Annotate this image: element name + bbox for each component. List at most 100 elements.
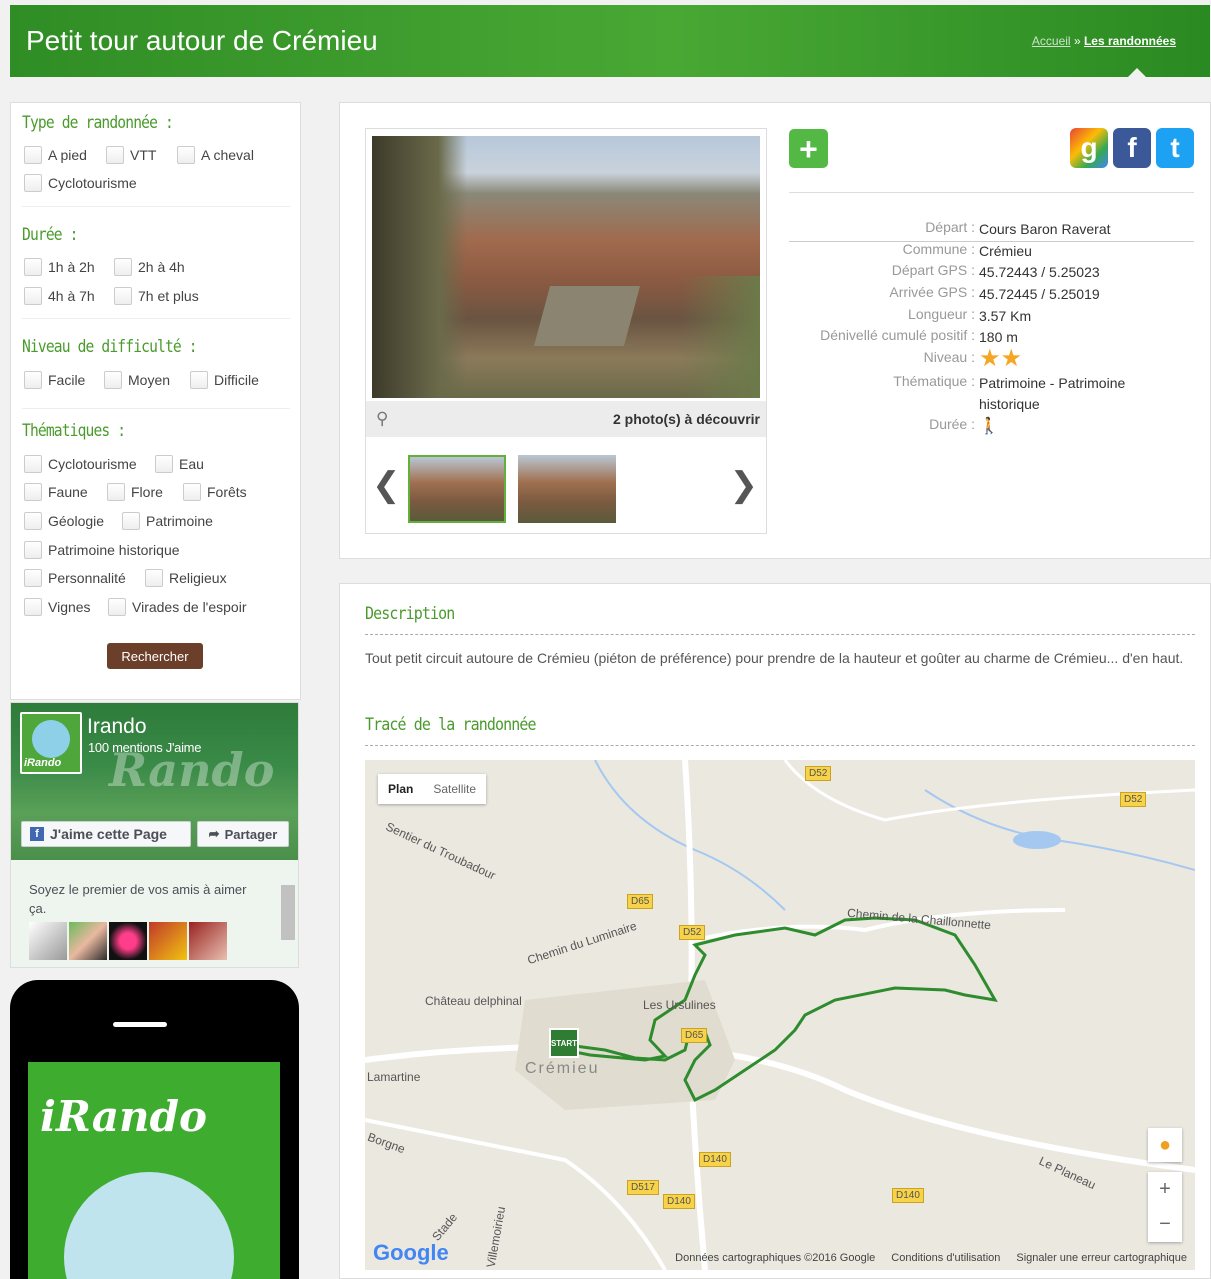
avatar[interactable] bbox=[189, 922, 227, 960]
avatar[interactable] bbox=[149, 922, 187, 960]
checkbox-theme-patrimoine[interactable]: Patrimoine bbox=[122, 511, 213, 531]
checkbox-duree-4[interactable]: 7h et plus bbox=[114, 286, 199, 306]
thumbnail[interactable] bbox=[408, 455, 506, 523]
checkbox-theme-flore[interactable]: Flore bbox=[107, 482, 163, 502]
app-promo-phone[interactable]: iRando bbox=[10, 980, 299, 1279]
checkbox-box[interactable] bbox=[190, 371, 208, 389]
checkbox-box[interactable] bbox=[104, 371, 122, 389]
map-label: Château delphinal bbox=[425, 994, 522, 1008]
google-logo[interactable]: Google bbox=[373, 1240, 449, 1266]
breadcrumb-current-link[interactable]: Les randonnées bbox=[1084, 34, 1176, 48]
facebook-like-button[interactable]: f J'aime cette Page bbox=[21, 821, 191, 847]
checkbox-box[interactable] bbox=[114, 258, 132, 276]
checkbox-theme-cyclo[interactable]: Cyclotourisme bbox=[24, 454, 137, 474]
checkbox-duree-2[interactable]: 2h à 4h bbox=[114, 257, 185, 277]
add-favorite-button[interactable]: + bbox=[789, 129, 828, 168]
checkbox-niveau-facile[interactable]: Facile bbox=[24, 370, 85, 390]
checkbox-theme-geologie[interactable]: Géologie bbox=[24, 511, 104, 531]
checkbox-label: Religieux bbox=[169, 570, 227, 586]
checkbox-box[interactable] bbox=[106, 146, 124, 164]
checkbox-box[interactable] bbox=[177, 146, 195, 164]
checkbox-theme-virades[interactable]: Virades de l'espoir bbox=[108, 597, 246, 617]
map-report-link[interactable]: Signaler une erreur cartographique bbox=[1016, 1252, 1187, 1264]
main-photo[interactable] bbox=[372, 136, 760, 398]
checkbox-box[interactable] bbox=[155, 455, 173, 473]
checkbox-box[interactable] bbox=[24, 512, 42, 530]
avatar[interactable] bbox=[69, 922, 107, 960]
breadcrumb: Accueil » Les randonnées bbox=[1032, 34, 1176, 48]
facebook-share-button[interactable]: ➦ Partager bbox=[197, 821, 289, 847]
checkbox-duree-1[interactable]: 1h à 2h bbox=[24, 257, 95, 277]
checkbox-duree-3[interactable]: 4h à 7h bbox=[24, 286, 95, 306]
checkbox-box[interactable] bbox=[24, 146, 42, 164]
checkbox-theme-forets[interactable]: Forêts bbox=[183, 482, 247, 502]
breadcrumb-home-link[interactable]: Accueil bbox=[1032, 34, 1071, 48]
zoom-out-button[interactable]: − bbox=[1148, 1207, 1182, 1242]
checkbox-label: Difficile bbox=[214, 372, 259, 388]
checkbox-box[interactable] bbox=[24, 569, 42, 587]
hike-summary-card: ⚲ 2 photo(s) à découvrir ❮ ❯ + g f t Dép… bbox=[339, 102, 1211, 559]
checkbox-theme-faune[interactable]: Faune bbox=[24, 482, 88, 502]
checkbox-type-vtt[interactable]: VTT bbox=[106, 145, 156, 165]
google-maps-icon[interactable]: g bbox=[1070, 128, 1108, 168]
chevron-right-icon[interactable]: ❯ bbox=[730, 465, 759, 505]
checkbox-theme-personnalite[interactable]: Personnalité bbox=[24, 568, 126, 588]
checkbox-box[interactable] bbox=[145, 569, 163, 587]
scrollbar-thumb[interactable] bbox=[281, 885, 295, 940]
checkbox-label: 1h à 2h bbox=[48, 259, 95, 275]
facebook-page-name[interactable]: Irando bbox=[87, 715, 147, 739]
map-terms-link[interactable]: Conditions d'utilisation bbox=[891, 1252, 1000, 1264]
like-label: J'aime cette Page bbox=[50, 826, 167, 842]
thumbnail[interactable] bbox=[518, 455, 616, 523]
checkbox-box[interactable] bbox=[24, 258, 42, 276]
checkbox-label: Facile bbox=[48, 372, 86, 388]
checkbox-theme-eau[interactable]: Eau bbox=[155, 454, 204, 474]
detail-label: Départ GPS : bbox=[891, 262, 975, 278]
filter-group-thematiques: Thématiques : bbox=[22, 421, 292, 441]
route-map[interactable]: Plan Satellite Sentier du Troubadour Che… bbox=[365, 760, 1195, 1270]
map-tab-satellite[interactable]: Satellite bbox=[423, 774, 486, 804]
checkbox-box[interactable] bbox=[24, 287, 42, 305]
detail-label: Départ : bbox=[925, 219, 975, 235]
avatar[interactable] bbox=[29, 922, 67, 960]
checkbox-theme-religieux[interactable]: Religieux bbox=[145, 568, 227, 588]
checkbox-box[interactable] bbox=[24, 598, 42, 616]
avatar[interactable] bbox=[109, 922, 147, 960]
checkbox-box[interactable] bbox=[24, 483, 42, 501]
start-marker[interactable]: START bbox=[549, 1028, 579, 1058]
checkbox-box[interactable] bbox=[114, 287, 132, 305]
checkbox-box[interactable] bbox=[122, 512, 140, 530]
detail-row-depart-gps: Départ GPS :45.72443 / 5.25023 bbox=[789, 262, 1199, 283]
map-canvas[interactable] bbox=[365, 760, 1195, 1270]
checkbox-type-pied[interactable]: A pied bbox=[24, 145, 87, 165]
scrollbar[interactable] bbox=[279, 873, 295, 963]
detail-row-commune: Commune : Crémieu bbox=[789, 241, 1199, 262]
pegman-icon[interactable]: ● bbox=[1148, 1128, 1182, 1162]
zoom-in-button[interactable]: + bbox=[1148, 1172, 1182, 1207]
thumbnail-strip: ❮ ❯ bbox=[366, 447, 766, 527]
checkbox-type-cheval[interactable]: A cheval bbox=[177, 145, 254, 165]
page-logo[interactable]: iRando bbox=[20, 712, 82, 774]
road-badge: D52 bbox=[679, 925, 706, 940]
phone-screen: iRando bbox=[28, 1062, 280, 1279]
road-badge: D140 bbox=[699, 1152, 731, 1167]
facebook-share-icon[interactable]: f bbox=[1113, 128, 1151, 168]
magnifier-icon[interactable]: ⚲ bbox=[376, 409, 388, 429]
checkbox-box[interactable] bbox=[24, 371, 42, 389]
search-button[interactable]: Rechercher bbox=[107, 643, 203, 669]
checkbox-theme-vignes[interactable]: Vignes bbox=[24, 597, 91, 617]
chevron-left-icon[interactable]: ❮ bbox=[372, 465, 401, 505]
checkbox-box[interactable] bbox=[108, 598, 126, 616]
checkbox-box[interactable] bbox=[24, 174, 42, 192]
checkbox-box[interactable] bbox=[24, 455, 42, 473]
checkbox-niveau-moyen[interactable]: Moyen bbox=[104, 370, 170, 390]
checkbox-box[interactable] bbox=[107, 483, 125, 501]
checkbox-box[interactable] bbox=[183, 483, 201, 501]
checkbox-type-cyclo[interactable]: Cyclotourisme bbox=[24, 173, 137, 193]
checkbox-theme-patrimoine-historique[interactable]: Patrimoine historique bbox=[24, 540, 180, 560]
detail-label: Thématique : bbox=[893, 373, 975, 389]
twitter-share-icon[interactable]: t bbox=[1156, 128, 1194, 168]
checkbox-niveau-difficile[interactable]: Difficile bbox=[190, 370, 259, 390]
checkbox-box[interactable] bbox=[24, 541, 42, 559]
map-tab-plan[interactable]: Plan bbox=[378, 774, 423, 804]
